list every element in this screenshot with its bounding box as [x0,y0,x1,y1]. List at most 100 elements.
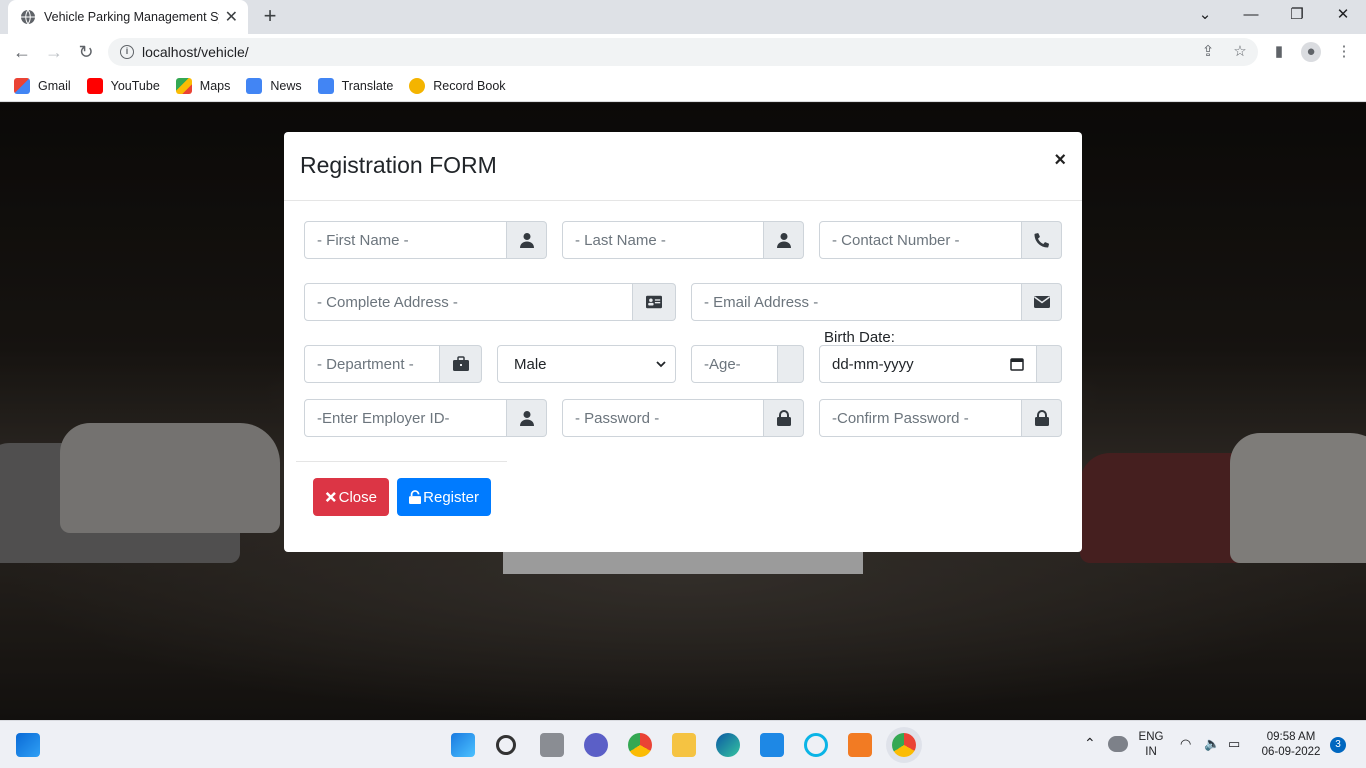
modal-header: Registration FORM × [284,132,1082,201]
employer-id-group: -Enter Employer ID- [304,399,547,437]
file-explorer-icon[interactable] [672,733,696,757]
edge-icon[interactable] [716,733,740,757]
email-input[interactable]: - Email Address - [691,283,1022,321]
bookmark-gmail[interactable]: Gmail [14,77,71,94]
modal-title: Registration FORM [300,152,497,178]
first-name-input[interactable]: - First Name - [304,221,507,259]
globe-icon [21,9,35,25]
unlock-icon [409,490,422,504]
calendar-icon[interactable] [1010,357,1024,371]
weather-icon[interactable] [1108,736,1128,752]
modal-close-icon[interactable]: × [1054,149,1066,172]
age-input[interactable]: -Age- [691,345,778,383]
clock[interactable]: 09:58 AM 06-09-2022 [1256,730,1326,760]
bookmark-star-icon[interactable]: ☆ [1230,42,1250,62]
reload-icon[interactable]: ↻ [74,40,98,64]
birth-date-input[interactable]: dd-mm-yyyy [819,345,1037,383]
forward-icon[interactable]: → [42,40,66,64]
tab-title: Vehicle Parking Management Sys [44,10,219,24]
birth-date-group: dd-mm-yyyy [819,345,1062,383]
tab-close-icon[interactable]: ✕ [225,7,238,27]
gender-select[interactable]: Male [497,345,676,383]
volume-icon[interactable]: 🔈 [1204,736,1220,751]
side-panel-icon[interactable]: ▮ [1269,42,1289,62]
confirm-password-input[interactable]: -Confirm Password - [819,399,1022,437]
user-icon [764,221,804,259]
bookmark-record-book[interactable]: Record Book [409,77,506,94]
bookmark-news[interactable]: News [246,77,302,94]
search-icon[interactable] [496,735,516,755]
site-info-icon[interactable]: i [120,45,134,59]
address-input[interactable]: - Complete Address - [304,283,633,321]
menu-kebab-icon[interactable]: ⋮ [1334,42,1354,62]
first-name-group: - First Name - [304,221,547,259]
notification-badge[interactable]: 3 [1330,737,1346,753]
bookmark-youtube[interactable]: YouTube [86,77,160,94]
birth-date-label: Birth Date: [824,329,895,346]
cortana-icon[interactable] [804,733,828,757]
gmail-icon [14,77,30,94]
xampp-icon[interactable] [848,733,872,757]
youtube-icon [86,77,103,94]
start-icon[interactable] [451,733,475,757]
user-icon [507,399,547,437]
record-book-icon [409,77,426,94]
email-group: - Email Address - [691,283,1062,321]
password-group: - Password - [562,399,804,437]
confirm-password-group: -Confirm Password - [819,399,1062,437]
wifi-icon[interactable]: ◠ [1180,736,1191,751]
lock-icon [1022,399,1062,437]
address-bar[interactable]: i localhost/vehicle/ [108,38,1258,66]
envelope-icon [1022,283,1062,321]
restore-button[interactable]: ❐ [1274,0,1320,30]
password-input[interactable]: - Password - [562,399,764,437]
tab-search-icon[interactable]: ⌄ [1182,0,1228,30]
bookmarks-bar: Gmail YouTube Maps News Translate Record… [0,70,1366,102]
mail-icon[interactable] [760,733,784,757]
back-icon[interactable]: ← [10,40,34,64]
chrome-active-icon[interactable] [892,733,916,757]
profile-avatar-icon[interactable]: ● [1301,42,1321,62]
browser-toolbar: ← → ↻ i localhost/vehicle/ ⇪ ☆ ▮ ● ⋮ [0,34,1366,70]
close-button[interactable]: Close [313,478,389,516]
user-icon [507,221,547,259]
task-view-icon[interactable] [540,733,564,757]
translate-icon [317,77,334,94]
language-indicator[interactable]: ENG IN [1136,730,1166,760]
tray-overflow-icon[interactable]: ⌃ [1084,736,1096,751]
registration-modal: Registration FORM × - First Name - - Las… [284,132,1082,552]
url-text: localhost/vehicle/ [142,44,249,60]
department-input[interactable]: - Department - [304,345,440,383]
chat-icon[interactable] [584,733,608,757]
browser-tab-strip: Vehicle Parking Management Sys ✕ + ⌄ — ❐… [0,0,1366,34]
new-tab-button[interactable]: + [258,5,282,29]
employer-id-input[interactable]: -Enter Employer ID- [304,399,507,437]
bookmark-translate[interactable]: Translate [317,77,393,94]
address-card-icon [633,283,676,321]
last-name-group: - Last Name - [562,221,804,259]
gender-value: Male [514,355,547,373]
minimize-button[interactable]: — [1228,0,1274,30]
footer-divider [296,461,507,462]
age-group: -Age- [691,345,804,383]
birth-date-addon [1037,345,1062,383]
age-addon [778,345,804,383]
chrome-icon[interactable] [628,733,652,757]
bookmark-maps[interactable]: Maps [175,77,230,94]
briefcase-icon [440,345,482,383]
lock-icon [764,399,804,437]
widgets-icon[interactable] [16,733,40,757]
battery-icon[interactable]: ▭ [1228,736,1240,751]
share-icon[interactable]: ⇪ [1198,42,1218,62]
browser-tab[interactable]: Vehicle Parking Management Sys ✕ [8,0,248,34]
os-taskbar: ⌃ ENG IN ◠ 🔈 ▭ 09:58 AM 06-09-2022 3 [0,720,1366,768]
window-close-button[interactable]: ✕ [1320,0,1366,30]
address-group: - Complete Address - [304,283,676,321]
news-icon [246,77,263,94]
chevron-down-icon [656,361,666,368]
maps-icon [175,77,192,94]
contact-number-input[interactable]: - Contact Number - [819,221,1022,259]
register-button[interactable]: Register [397,478,491,516]
last-name-input[interactable]: - Last Name - [562,221,764,259]
close-x-icon [325,491,336,503]
